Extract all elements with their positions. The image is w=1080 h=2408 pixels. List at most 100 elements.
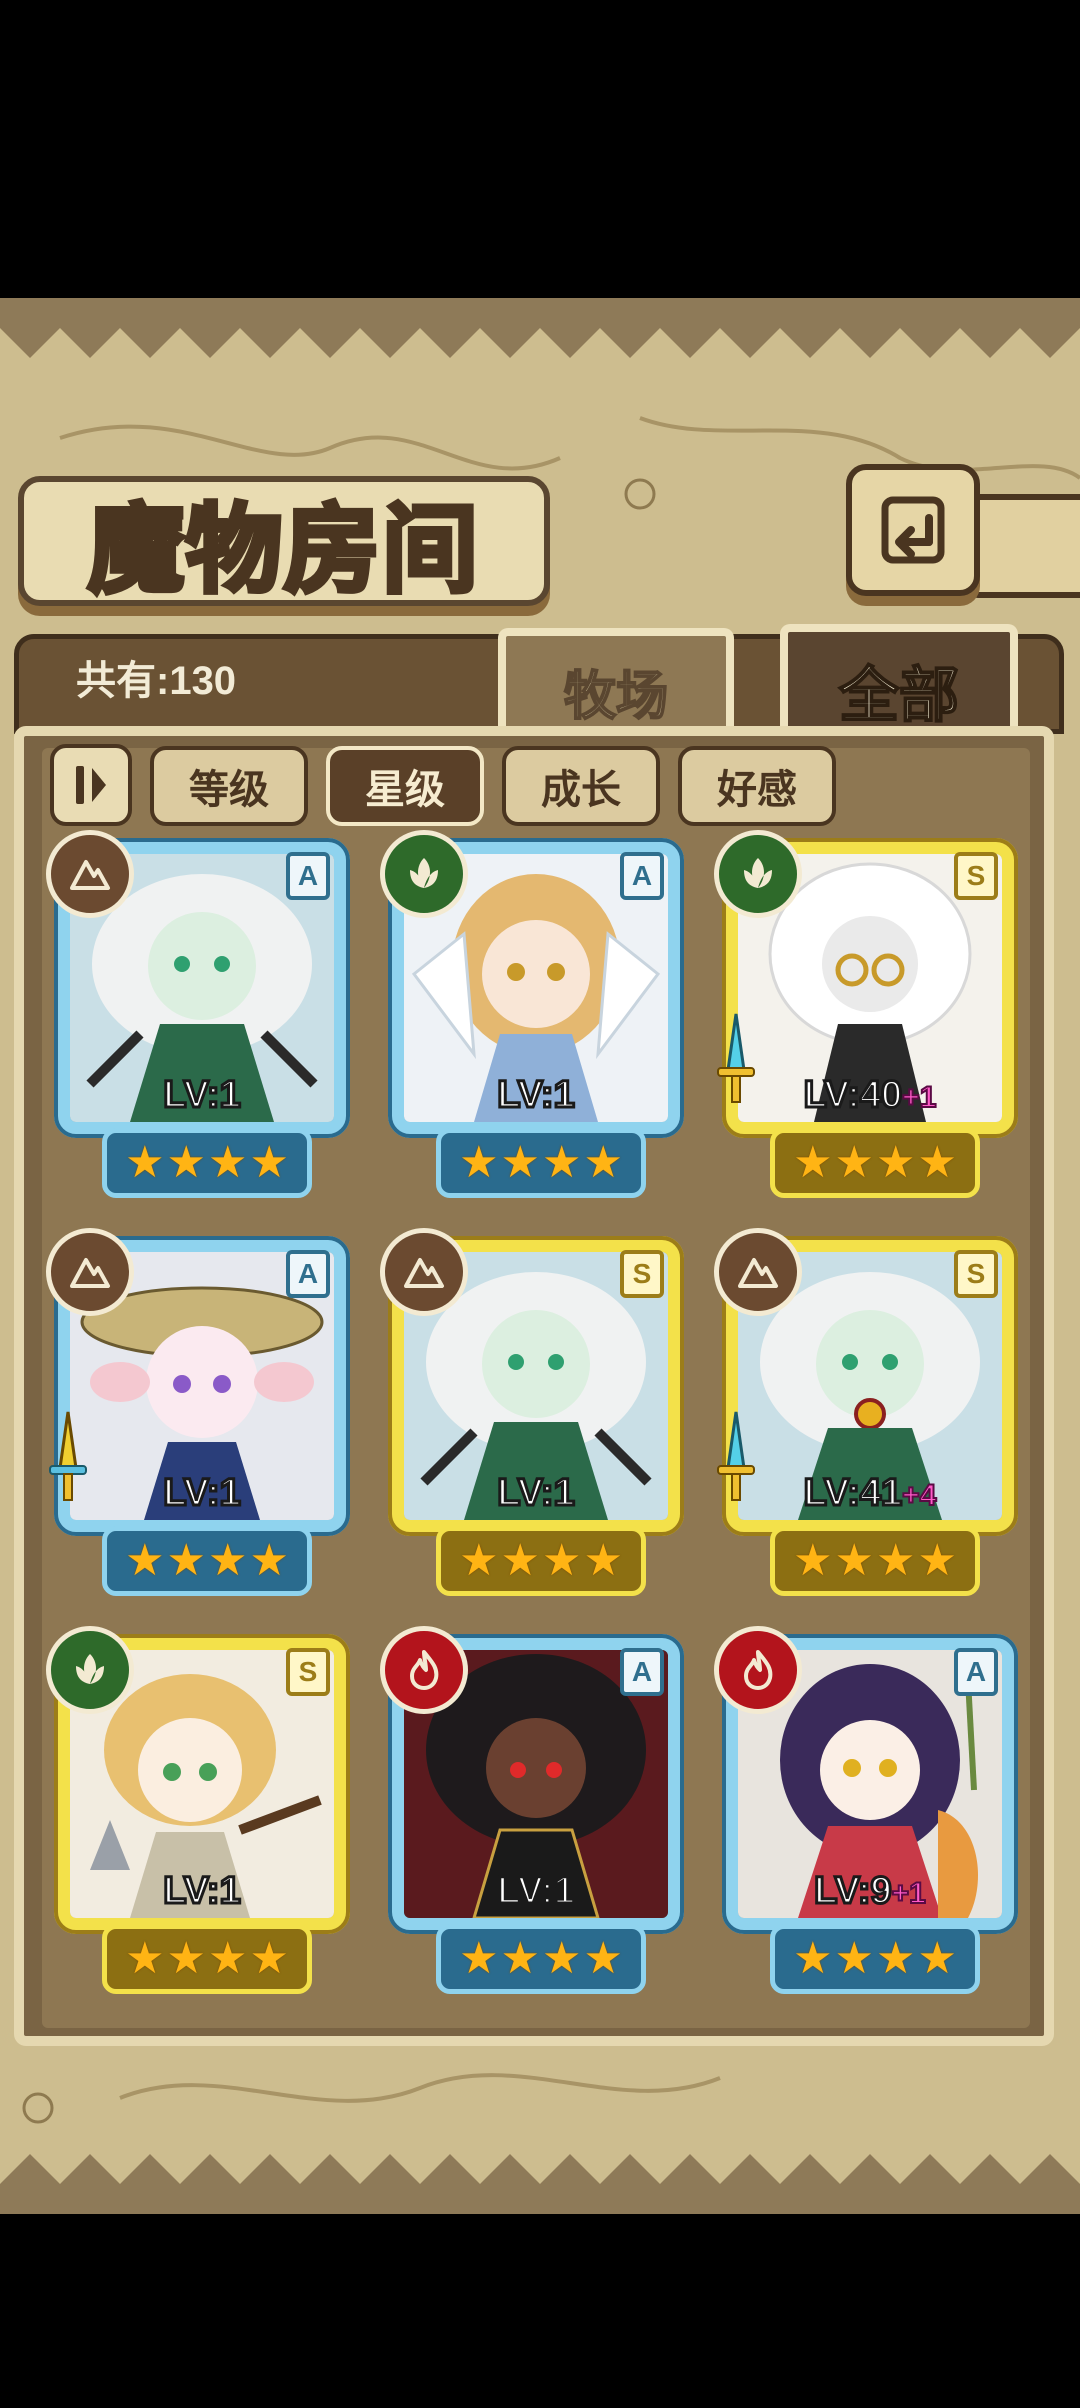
monster-card[interactable]: A LV:1 ★ ★ ★ ★ [380, 830, 684, 1200]
monster-level: LV:40+1 [722, 1073, 1018, 1118]
star-icon: ★ [876, 1137, 916, 1188]
earth-element-icon [380, 1228, 468, 1316]
monster-card[interactable]: A LV:1 ★ ★ ★ ★ [46, 830, 350, 1200]
star-icon: ★ [917, 1137, 957, 1188]
star-icon: ★ [583, 1137, 623, 1188]
rank-badge: A [286, 852, 330, 900]
sort-toggle-icon [76, 766, 106, 804]
star-rating: ★ ★ ★ ★ [436, 1128, 646, 1198]
rank-badge: A [620, 852, 664, 900]
star-rating: ★ ★ ★ ★ [102, 1526, 312, 1596]
star-icon: ★ [583, 1535, 623, 1586]
star-icon: ★ [166, 1933, 206, 1984]
monster-card[interactable]: A LV:1 ★ ★ ★ ★ [380, 1626, 684, 1996]
sort-order-toggle[interactable] [50, 744, 132, 826]
monster-level: LV:1 [388, 1869, 684, 1914]
rank-badge: A [954, 1648, 998, 1696]
level-value: LV:1 [162, 1073, 242, 1118]
monster-card[interactable]: S LV:1 ★ ★ ★ ★ [380, 1228, 684, 1598]
star-rating: ★ ★ ★ ★ [436, 1526, 646, 1596]
monster-level: LV:9+1 [722, 1869, 1018, 1914]
level-value: LV:1 [496, 1073, 576, 1118]
star-icon: ★ [249, 1535, 289, 1586]
level-value: LV:1 [162, 1471, 242, 1516]
monster-card[interactable]: S LV:1 ★ ★ ★ ★ [46, 1626, 350, 1996]
rank-badge: S [286, 1648, 330, 1696]
star-icon: ★ [208, 1137, 248, 1188]
star-icon: ★ [583, 1933, 623, 1984]
star-icon: ★ [166, 1535, 206, 1586]
star-icon: ★ [249, 1933, 289, 1984]
star-icon: ★ [125, 1137, 165, 1188]
star-icon: ★ [542, 1933, 582, 1984]
star-icon: ★ [125, 1535, 165, 1586]
leaf-element-icon [380, 830, 468, 918]
star-icon: ★ [500, 1933, 540, 1984]
rank-badge: A [286, 1250, 330, 1298]
star-icon: ★ [542, 1535, 582, 1586]
earth-element-icon [46, 1228, 134, 1316]
monster-card[interactable]: S LV:40+1 ★ ★ ★ ★ [714, 830, 1018, 1200]
zigzag-top-border [0, 298, 1080, 358]
leaf-element-icon [714, 830, 802, 918]
level-bonus: +1 [891, 1876, 927, 1911]
star-icon: ★ [249, 1137, 289, 1188]
back-button[interactable] [846, 464, 980, 596]
title-plate: 魔物房间 [18, 476, 550, 608]
collection-count: 共有:130 [76, 659, 237, 703]
rank-badge: S [954, 1250, 998, 1298]
star-icon: ★ [459, 1933, 499, 1984]
star-icon: ★ [793, 1535, 833, 1586]
leaf-element-icon [46, 1626, 134, 1714]
page-title: 魔物房间 [86, 490, 481, 608]
monster-level: LV:1 [54, 1471, 350, 1516]
star-icon: ★ [459, 1137, 499, 1188]
star-icon: ★ [500, 1535, 540, 1586]
monster-level: LV:1 [54, 1869, 350, 1914]
star-icon: ★ [917, 1933, 957, 1984]
star-icon: ★ [166, 1137, 206, 1188]
level-bonus: +4 [901, 1478, 937, 1513]
star-icon: ★ [208, 1535, 248, 1586]
monster-level: LV:41+4 [722, 1471, 1018, 1516]
monster-level: LV:1 [388, 1073, 684, 1118]
fire-element-icon [380, 1626, 468, 1714]
monster-level: LV:1 [388, 1471, 684, 1516]
monster-card[interactable]: A LV:1 ★ ★ ★ ★ [46, 1228, 350, 1598]
star-rating: ★ ★ ★ ★ [770, 1128, 980, 1198]
earth-element-icon [46, 830, 134, 918]
level-value: LV:41 [802, 1471, 904, 1516]
star-icon: ★ [834, 1137, 874, 1188]
star-icon: ★ [125, 1933, 165, 1984]
star-icon: ★ [917, 1535, 957, 1586]
level-value: LV:1 [496, 1869, 576, 1914]
rank-badge: S [620, 1250, 664, 1298]
star-icon: ★ [542, 1137, 582, 1188]
star-icon: ★ [793, 1933, 833, 1984]
filter-affection[interactable]: 好感 [678, 746, 836, 826]
star-icon: ★ [793, 1137, 833, 1188]
level-value: LV:9 [813, 1869, 893, 1914]
rank-badge: A [620, 1648, 664, 1696]
back-arrow-icon [881, 496, 945, 564]
star-rating: ★ ★ ★ ★ [436, 1924, 646, 1994]
star-icon: ★ [834, 1535, 874, 1586]
filter-growth[interactable]: 成长 [502, 746, 660, 826]
monster-level: LV:1 [54, 1073, 350, 1118]
level-bonus: +1 [901, 1080, 937, 1115]
star-icon: ★ [459, 1535, 499, 1586]
star-rating: ★ ★ ★ ★ [102, 1924, 312, 1994]
star-icon: ★ [876, 1535, 916, 1586]
rank-badge: S [954, 852, 998, 900]
star-icon: ★ [834, 1933, 874, 1984]
filter-level[interactable]: 等级 [150, 746, 308, 826]
star-rating: ★ ★ ★ ★ [770, 1526, 980, 1596]
star-icon: ★ [500, 1137, 540, 1188]
level-value: LV:40 [802, 1073, 904, 1118]
monster-card[interactable]: A LV:9+1 ★ ★ ★ ★ [714, 1626, 1018, 1996]
star-rating: ★ ★ ★ ★ [102, 1128, 312, 1198]
zigzag-bottom-border [0, 2154, 1080, 2214]
filter-stars[interactable]: 星级 [326, 746, 484, 826]
monster-card[interactable]: S LV:41+4 ★ ★ ★ ★ [714, 1228, 1018, 1598]
fire-element-icon [714, 1626, 802, 1714]
